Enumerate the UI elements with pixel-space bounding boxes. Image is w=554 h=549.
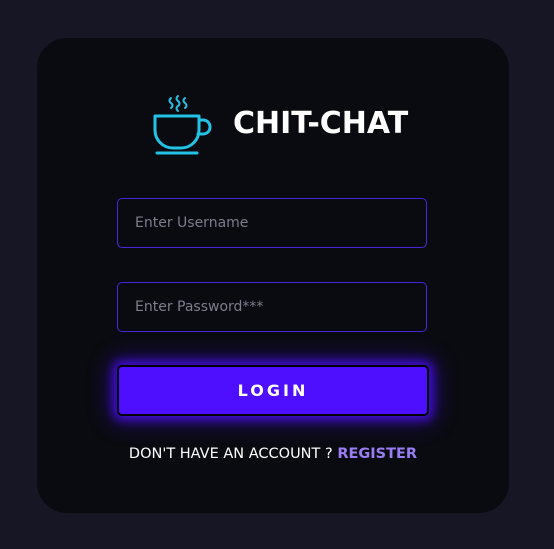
login-card: CHIT-CHAT LOGIN DON'T HAVE AN ACCOUNT ? …: [37, 38, 509, 513]
register-link[interactable]: REGISTER: [337, 446, 417, 462]
register-prompt: DON'T HAVE AN ACCOUNT ? REGISTER: [37, 446, 509, 462]
username-input[interactable]: [117, 198, 427, 248]
app-title: CHIT-CHAT: [233, 106, 409, 141]
brand-header: CHIT-CHAT: [37, 38, 509, 158]
password-input[interactable]: [117, 282, 427, 332]
register-prompt-text: DON'T HAVE AN ACCOUNT ?: [128, 446, 338, 462]
login-button[interactable]: LOGIN: [117, 365, 429, 416]
coffee-cup-icon: [153, 95, 212, 155]
